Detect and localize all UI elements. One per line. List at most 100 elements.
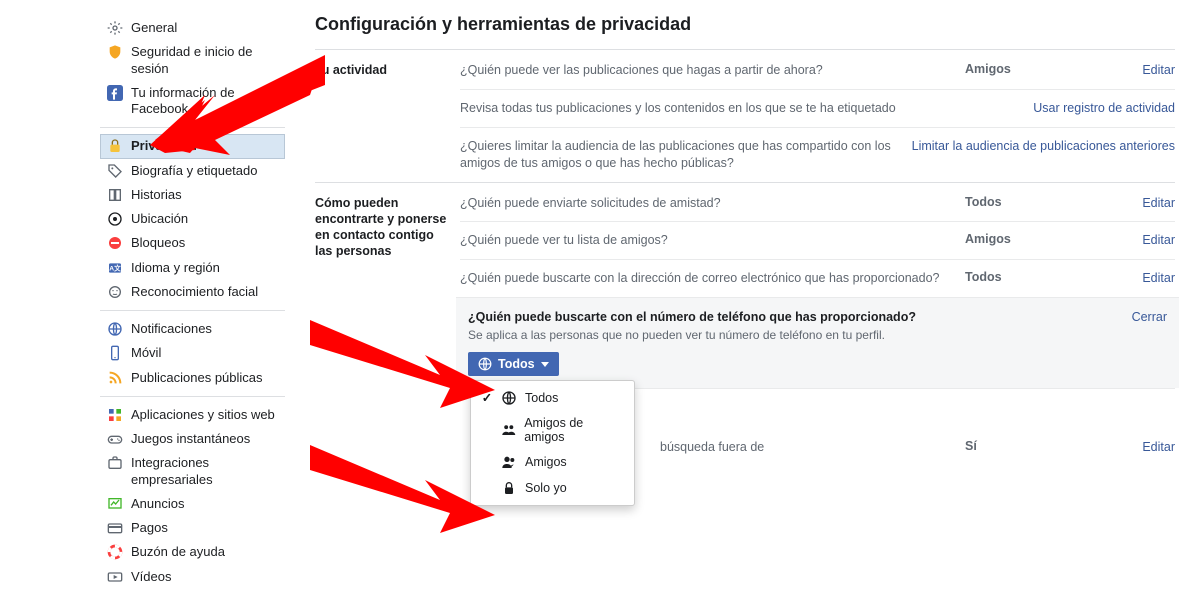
check-icon: ✓ — [481, 390, 493, 405]
setting-row: ¿Quieres limitar la audiencia de las pub… — [460, 127, 1175, 182]
section-label: Tu actividad — [315, 62, 460, 182]
rss-icon — [107, 370, 123, 386]
sidebar-item-bloqueos[interactable]: Bloqueos — [100, 231, 285, 255]
sidebar-item-idioma-y-regi-n[interactable]: A文 Idioma y región — [100, 256, 285, 280]
setting-row: ¿Quién puede enviarte solicitudes de ami… — [460, 195, 1175, 222]
row-question: ¿Quieres limitar la audiencia de las pub… — [460, 138, 912, 172]
row-value: Todos — [965, 270, 1085, 287]
loc-icon — [107, 211, 123, 227]
games-icon — [107, 431, 123, 447]
sidebar-item-label: Anuncios — [131, 496, 184, 512]
lock-icon — [107, 138, 123, 154]
sidebar-item-pagos[interactable]: Pagos — [100, 516, 285, 540]
sidebar-item-label: Seguridad e inicio de sesión — [131, 44, 278, 77]
fb-icon — [107, 85, 123, 101]
edit-link[interactable]: Editar — [1142, 440, 1175, 454]
row-value: Todos — [965, 195, 1085, 212]
activity-log-link[interactable]: Usar registro de actividad — [1033, 101, 1175, 115]
gear-icon — [107, 20, 123, 36]
sidebar-item-ubicaci-n[interactable]: Ubicación — [100, 207, 285, 231]
expanded-title: ¿Quién puede buscarte con el número de t… — [468, 310, 916, 324]
sidebar-item-label: Tu información de Facebook — [131, 85, 278, 118]
globe-icon — [478, 357, 492, 371]
section-label: Cómo pueden encontrarte y ponerse en con… — [315, 195, 460, 467]
sidebar-item-historias[interactable]: Historias — [100, 183, 285, 207]
sidebar-item-buz-n-de-ayuda[interactable]: Buzón de ayuda — [100, 540, 285, 564]
main-content: Configuración y herramientas de privacid… — [285, 10, 1175, 595]
row-question: Revisa todas tus publicaciones y los con… — [460, 100, 1033, 117]
apps-icon — [107, 407, 123, 423]
sidebar-item-seguridad-e-inicio-de-sesi-n[interactable]: Seguridad e inicio de sesión — [100, 40, 285, 81]
face-icon — [107, 284, 123, 300]
sidebar-item-label: Integraciones empresariales — [131, 455, 278, 488]
setting-row: Revisa todas tus publicaciones y los con… — [460, 89, 1175, 127]
friends-icon — [501, 454, 517, 470]
limit-audience-link[interactable]: Limitar la audiencia de publicaciones an… — [912, 139, 1175, 153]
settings-sidebar: General Seguridad e inicio de sesión Tu in… — [100, 10, 285, 595]
sidebar-item-anuncios[interactable]: Anuncios — [100, 492, 285, 516]
support-icon — [107, 544, 123, 560]
close-link[interactable]: Cerrar — [1132, 310, 1167, 324]
globe-icon — [107, 321, 123, 337]
sidebar-item-privacidad[interactable]: Privacidad — [100, 134, 285, 158]
tag-icon — [107, 163, 123, 179]
setting-row: ¿Quién puede ver las publicaciones que h… — [460, 62, 1175, 89]
sidebar-item-label: Vídeos — [131, 569, 171, 585]
sidebar-item-label: Ubicación — [131, 211, 188, 227]
sidebar-item-label: Idioma y región — [131, 260, 220, 276]
sidebar-item-label: Privacidad — [131, 138, 197, 154]
sidebar-item-label: Biografía y etiquetado — [131, 163, 257, 179]
activity-section: Tu actividad ¿Quién puede ver las public… — [315, 49, 1175, 182]
shield-icon — [107, 44, 123, 60]
sidebar-item-integraciones-empresariales[interactable]: Integraciones empresariales — [100, 451, 285, 492]
sidebar-item-label: Historias — [131, 187, 182, 203]
contact-section: Cómo pueden encontrarte y ponerse en con… — [315, 182, 1175, 467]
sidebar-item-label: Buzón de ayuda — [131, 544, 225, 560]
sidebar-item-label: Publicaciones públicas — [131, 370, 263, 386]
edit-link[interactable]: Editar — [1142, 196, 1175, 210]
book-icon — [107, 187, 123, 203]
audience-option-solo-yo[interactable]: Solo yo — [471, 475, 634, 501]
only-me-icon — [501, 480, 517, 496]
sidebar-item-label: Móvil — [131, 345, 161, 361]
row-question: ¿Quién puede ver tu lista de amigos? — [460, 232, 965, 249]
audience-option-todos[interactable]: ✓ Todos — [471, 385, 634, 411]
row-value: Sí — [965, 439, 1085, 456]
sidebar-item-label: General — [131, 20, 177, 36]
sidebar-item-label: Juegos instantáneos — [131, 431, 250, 447]
row-value: Amigos — [965, 62, 1085, 79]
setting-row: ¿Quién puede buscarte con la dirección d… — [460, 259, 1175, 297]
video-icon — [107, 569, 123, 585]
lang-icon: A文 — [107, 260, 123, 276]
row-question: ¿Quién puede ver las publicaciones que h… — [460, 62, 965, 79]
dropdown-label: Todos — [498, 357, 535, 371]
setting-row: ¿Quién puede ver tu lista de amigos? Ami… — [460, 221, 1175, 259]
sidebar-item-notificaciones[interactable]: Notificaciones — [100, 317, 285, 341]
row-question: ¿Quién puede enviarte solicitudes de ami… — [460, 195, 965, 212]
sidebar-item-tu-informaci-n-de-facebook[interactable]: Tu información de Facebook — [100, 81, 285, 122]
mobile-icon — [107, 345, 123, 361]
sidebar-item-aplicaciones-y-sitios-web[interactable]: Aplicaciones y sitios web — [100, 403, 285, 427]
edit-link[interactable]: Editar — [1142, 271, 1175, 285]
sidebar-item-biograf-a-y-etiquetado[interactable]: Biografía y etiquetado — [100, 159, 285, 183]
audience-option-amigos-de-amigos[interactable]: Amigos de amigos — [471, 411, 634, 449]
friends-of-friends-icon — [501, 422, 517, 438]
ads-icon — [107, 496, 123, 512]
edit-link[interactable]: Editar — [1142, 63, 1175, 77]
menu-item-label: Todos — [525, 391, 558, 405]
row-value: Amigos — [965, 232, 1085, 249]
row-question: ¿Quién puede buscarte con la dirección d… — [460, 270, 965, 287]
sidebar-item-publicaciones-p-blicas[interactable]: Publicaciones públicas — [100, 366, 285, 390]
sidebar-item-juegos-instant-neos[interactable]: Juegos instantáneos — [100, 427, 285, 451]
sidebar-item-general[interactable]: General — [100, 16, 285, 40]
sidebar-item-reconocimiento-facial[interactable]: Reconocimiento facial — [100, 280, 285, 304]
page-title: Configuración y herramientas de privacid… — [315, 14, 1175, 35]
edit-link[interactable]: Editar — [1142, 233, 1175, 247]
card-icon — [107, 520, 123, 536]
sidebar-item-m-vil[interactable]: Móvil — [100, 341, 285, 365]
sidebar-item-v-deos[interactable]: Vídeos — [100, 565, 285, 589]
audience-option-amigos[interactable]: Amigos — [471, 449, 634, 475]
audience-dropdown-button[interactable]: Todos — [468, 352, 559, 376]
sidebar-item-label: Notificaciones — [131, 321, 212, 337]
sidebar-item-label: Bloqueos — [131, 235, 185, 251]
